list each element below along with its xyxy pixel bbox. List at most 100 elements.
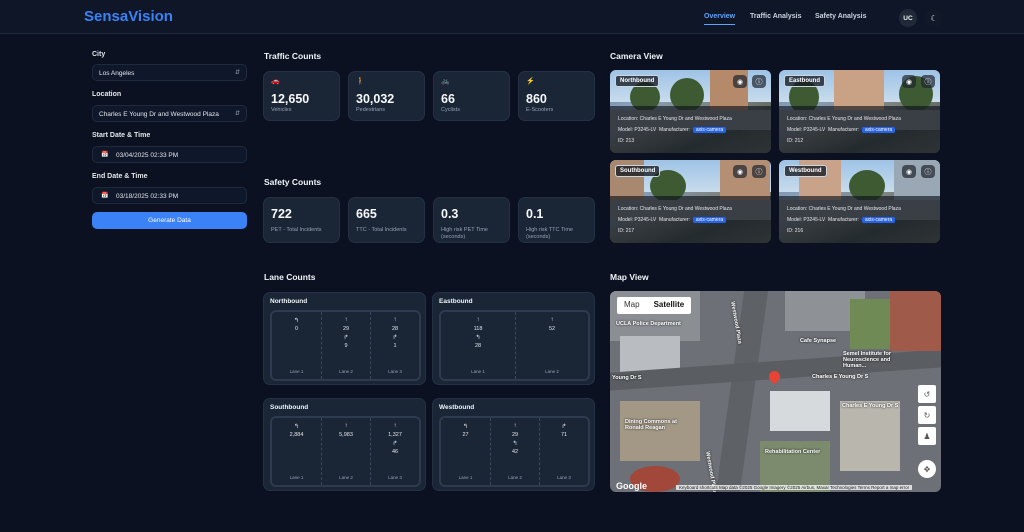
lane-count: 52: [548, 326, 556, 332]
generate-data-button[interactable]: Generate Data: [92, 212, 247, 229]
map-satellite-tile: [840, 401, 900, 471]
turn-right-arrow-icon: ↱: [392, 335, 398, 341]
camera-direction-tag: Eastbound: [784, 75, 825, 87]
traffic-card-e-scooters: ⚡ 860 E-Scooters: [518, 71, 595, 121]
calendar-icon: 📅: [101, 152, 109, 158]
lane-count: 9: [344, 343, 348, 349]
camera-info-icon[interactable]: ⓘ: [752, 75, 766, 88]
camera-model-row: Model: P3245-LV Manufacturer: axis-camera: [618, 217, 727, 223]
safety-counts-title: Safety Counts: [264, 177, 322, 187]
straight-arrow-icon: ↑: [513, 423, 517, 429]
camera-snapshot-icon[interactable]: ◉: [902, 75, 916, 88]
map-attribution[interactable]: Keyboard shortcuts Map data ©2025 Google…: [676, 485, 913, 490]
camera-direction-tag: Southbound: [615, 165, 661, 177]
chevron-updown-icon: ⇵: [234, 70, 240, 76]
camera-manufacturer-chip: axis-camera: [692, 127, 727, 133]
map-satellite-tile: [770, 391, 830, 431]
lane-column: ↱ 71 Lane 3: [539, 418, 588, 485]
map-satellite-tile: [620, 401, 700, 461]
camera-id: ID: 216: [787, 228, 804, 234]
camera-snapshot-icon[interactable]: ◉: [733, 165, 747, 178]
map-label: Young Dr S: [612, 375, 642, 381]
map-label: Rehabilitation Center: [765, 449, 821, 455]
turn-left-arrow-icon: ↰: [462, 424, 469, 430]
lane-label: Lane 3: [388, 475, 402, 480]
map-view[interactable]: Map Satellite UCLA Police Department Wes…: [610, 291, 941, 492]
lane-label: Lane 2: [339, 475, 353, 480]
map-satellite-tile: [850, 299, 890, 349]
e-scooters-count: 860: [526, 92, 547, 106]
lane-label: Lane 3: [557, 475, 571, 480]
camera-info-icon[interactable]: ⓘ: [752, 165, 766, 178]
traffic-card-cyclists: 🚲 66 Cyclists: [433, 71, 510, 121]
lane-count: 1: [393, 343, 397, 349]
rotate-right-icon[interactable]: ↻: [918, 406, 936, 424]
straight-arrow-icon: ↑: [393, 317, 397, 323]
camera-info-icon[interactable]: ⓘ: [921, 75, 935, 88]
start-date-label: Start Date & Time: [92, 132, 151, 139]
lane-counts-title: Lane Counts: [264, 272, 316, 282]
lane-group-title: Westbound: [439, 404, 475, 411]
lane-count: 1,327: [388, 432, 402, 438]
lane-column: ↑ 29 ↰ 42 Lane 2: [490, 418, 539, 485]
map-tab[interactable]: Map: [617, 297, 647, 314]
end-date-label: End Date & Time: [92, 173, 148, 180]
city-select[interactable]: Los Angeles ⇵: [92, 64, 247, 81]
ttc-total-label: TTC - Total Incidents: [356, 227, 407, 233]
theme-toggle-icon[interactable]: ☾: [925, 9, 943, 27]
satellite-tab[interactable]: Satellite: [647, 297, 692, 314]
camera-location: Location: Charles E Young Dr and Westwoo…: [787, 206, 901, 212]
turn-left-arrow-icon: ↰: [293, 318, 300, 324]
nav-overview[interactable]: Overview: [704, 13, 736, 25]
camera-snapshot-icon[interactable]: ◉: [733, 75, 747, 88]
lane-count: 0: [294, 326, 299, 332]
avatar[interactable]: UC: [899, 9, 917, 27]
safety-card-pet: 722 PET - Total Incidents: [263, 197, 340, 243]
lane-count: 46: [391, 449, 399, 455]
camera-feed-westbound[interactable]: Westbound ◉ ⓘ Location: Charles E Young …: [779, 160, 940, 243]
camera-model-row: Model: P3245-LV Manufacturer: axis-camera: [787, 127, 896, 133]
calendar-icon: 📅: [101, 193, 109, 199]
map-view-title: Map View: [610, 272, 649, 282]
camera-location: Location: Charles E Young Dr and Westwoo…: [787, 116, 901, 122]
camera-direction-tag: Westbound: [784, 165, 827, 177]
lane-label: Lane 3: [388, 369, 402, 374]
camera-manufacturer-chip: axis-camera: [861, 127, 896, 133]
camera-feed-southbound[interactable]: Southbound ◉ ⓘ Location: Charles E Young…: [610, 160, 771, 243]
lane-count: 28: [391, 326, 399, 332]
map-label: Charles E Young Dr S: [842, 403, 899, 409]
map-satellite-tile: [890, 291, 941, 351]
camera-model-row: Model: P3245-LV Manufacturer: axis-camera: [787, 217, 896, 223]
start-date-input[interactable]: 📅 03/04/2025 02:33 PM: [92, 146, 247, 163]
camera-feed-northbound[interactable]: Northbound ◉ ⓘ Location: Charles E Young…: [610, 70, 771, 153]
lane-box: ↑ 118 ↰ 28 Lane 1 ↑ 52 Lane 2: [439, 310, 590, 381]
pedestrians-count: 30,032: [356, 92, 395, 106]
end-date-input[interactable]: 📅 03/18/2025 02:33 PM: [92, 187, 247, 204]
safety-card-ttc: 665 TTC - Total Incidents: [348, 197, 425, 243]
compass-icon[interactable]: ✥: [918, 460, 936, 478]
lane-count: 5,983: [339, 432, 353, 438]
city-value: Los Angeles: [99, 70, 135, 77]
nav-safety-analysis[interactable]: Safety Analysis: [815, 13, 867, 20]
traffic-card-pedestrians: 🚶 30,032 Pedestrians: [348, 71, 425, 121]
traffic-card-vehicles: 🚗 12,650 Vehicles: [263, 71, 340, 121]
nav-traffic-analysis[interactable]: Traffic Analysis: [750, 13, 802, 20]
camera-manufacturer-chip: axis-camera: [861, 217, 896, 223]
street-view-icon[interactable]: ♟: [918, 427, 936, 445]
camera-location: Location: Charles E Young Dr and Westwoo…: [618, 116, 732, 122]
cyclists-count: 66: [441, 92, 455, 106]
lane-count: 29: [342, 326, 350, 332]
location-select[interactable]: Charles E Young Dr and Westwood Plaza ⇵: [92, 105, 247, 122]
brand-logo[interactable]: SensaVision: [84, 8, 173, 25]
lane-group-westbound: Westbound ↰ 27 Lane 1 ↑ 29 ↰ 42 Lane 2 ↱…: [432, 398, 595, 491]
turn-left-arrow-icon: ↰: [475, 335, 481, 341]
camera-snapshot-icon[interactable]: ◉: [902, 165, 916, 178]
rotate-left-icon[interactable]: ↺: [918, 385, 936, 403]
walk-icon: 🚶: [356, 78, 365, 85]
turn-left-arrow-icon: ↰: [293, 424, 300, 430]
safety-card-ttc-time: 0.1 High risk TTC Time (seconds): [518, 197, 595, 243]
turn-right-arrow-icon: ↱: [343, 335, 349, 341]
camera-info-icon[interactable]: ⓘ: [921, 165, 935, 178]
lane-label: Lane 2: [339, 369, 353, 374]
camera-feed-eastbound[interactable]: Eastbound ◉ ⓘ Location: Charles E Young …: [779, 70, 940, 153]
